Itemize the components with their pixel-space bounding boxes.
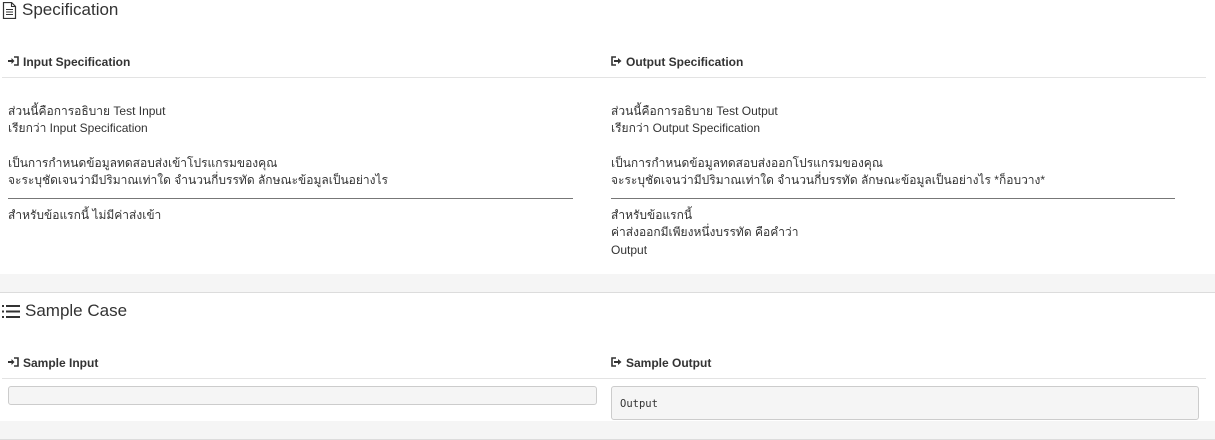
sample-output-heading: Sample Output <box>611 356 711 370</box>
output-spec-desc-line: จะระบุชัดเจนว่ามีปริมาณเท่าใด จำนวนกี่บร… <box>611 173 1046 188</box>
input-spec-desc-line: เป็นการกำหนดข้อมูลทดสอบส่งเข้าโปรแกรมของ… <box>8 156 278 170</box>
sample-output-box[interactable]: Output <box>611 386 1199 420</box>
input-spec-desc-line: จะระบุชัดเจนว่ามีปริมาณเท่าใด จำนวนกี่บร… <box>8 173 388 188</box>
input-spec-heading: Input Specification <box>8 55 130 69</box>
specification-title: Specification <box>2 0 118 20</box>
sign-in-icon <box>8 55 19 69</box>
input-spec-note-line: สำหรับข้อแรกนี้ ไม่มีค่าส่งเข้า <box>8 208 162 222</box>
output-spec-intro-line: ส่วนนี้คือการอธิบาย Test Output <box>611 104 778 118</box>
list-icon <box>2 304 20 319</box>
input-spec-note: สำหรับข้อแรกนี้ ไม่มีค่าส่งเข้า <box>8 207 161 224</box>
output-spec-note-line: Output <box>611 242 648 257</box>
output-spec-note-line: ค่าส่งออกมีเพียงหนึ่งบรรทัด คือคำว่า <box>611 225 799 240</box>
input-spec-intro-line: เรียกว่า Input Specification <box>8 121 148 136</box>
sample-input-heading: Sample Input <box>8 356 98 370</box>
sample-output-heading-text: Sample Output <box>626 356 712 370</box>
specification-panel-footer <box>0 274 1215 293</box>
input-spec-separator <box>8 198 573 199</box>
sign-out-icon <box>611 55 622 69</box>
input-spec-intro: ส่วนนี้คือการอธิบาย Test Input เรียกว่า … <box>8 103 165 138</box>
output-spec-note-line: สำหรับข้อแรกนี้ <box>611 208 693 222</box>
specification-title-text: Specification <box>22 0 119 19</box>
spec-header-divider <box>2 77 1206 78</box>
sample-header-divider <box>2 378 1206 379</box>
input-spec-heading-text: Input Specification <box>23 55 131 69</box>
output-spec-intro-line: เรียกว่า Output Specification <box>611 121 761 136</box>
output-spec-heading: Output Specification <box>611 55 743 69</box>
input-spec-description: เป็นการกำหนดข้อมูลทดสอบส่งเข้าโปรแกรมของ… <box>8 155 388 190</box>
sign-in-icon <box>8 356 19 370</box>
sample-input-box[interactable] <box>8 386 597 405</box>
sample-case-title: Sample Case <box>2 301 127 321</box>
output-spec-desc-line: เป็นการกำหนดข้อมูลทดสอบส่งออกโปรแกรมของค… <box>611 156 883 170</box>
output-spec-intro: ส่วนนี้คือการอธิบาย Test Output เรียกว่า… <box>611 103 778 138</box>
output-spec-description: เป็นการกำหนดข้อมูลทดสอบส่งออกโปรแกรมของค… <box>611 155 1045 190</box>
output-spec-heading-text: Output Specification <box>626 55 744 69</box>
sample-case-panel-footer <box>0 421 1215 440</box>
sample-output-value: Output <box>620 398 658 410</box>
document-icon <box>2 1 17 19</box>
input-spec-intro-line: ส่วนนี้คือการอธิบาย Test Input <box>8 104 166 118</box>
output-spec-note: สำหรับข้อแรกนี้ ค่าส่งออกมีเพียงหนึ่งบรร… <box>611 207 798 259</box>
output-spec-separator <box>611 198 1175 199</box>
sample-case-title-text: Sample Case <box>25 301 128 320</box>
sample-input-heading-text: Sample Input <box>23 356 99 370</box>
sign-out-icon <box>611 356 622 370</box>
